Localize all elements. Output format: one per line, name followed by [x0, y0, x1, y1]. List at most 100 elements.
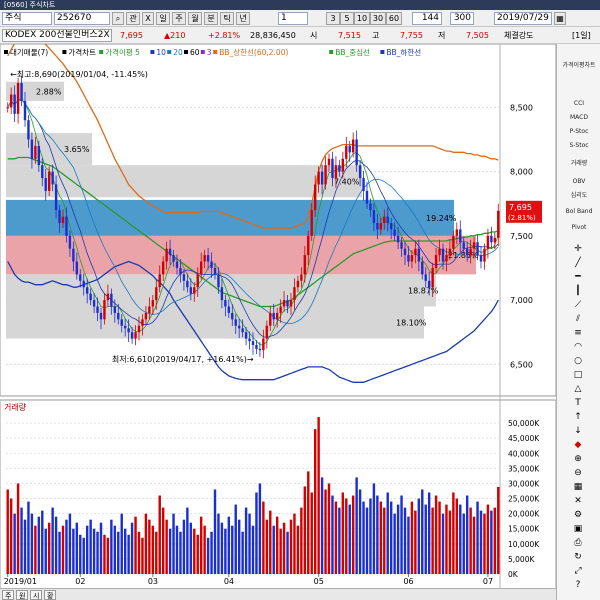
vertical-line-icon[interactable]: ┃ — [571, 286, 585, 297]
volume-bar — [27, 501, 30, 574]
tab-won[interactable]: 원 — [16, 590, 29, 600]
legend-item: BB_하한선 — [386, 47, 421, 57]
candle-body — [251, 341, 255, 346]
candle-body — [103, 300, 106, 320]
candle-body — [51, 171, 54, 185]
sidebar-item-macd[interactable]: MACD — [559, 114, 599, 121]
interval-5-button[interactable]: 5 — [340, 12, 354, 25]
save-icon[interactable]: ▣ — [571, 524, 585, 535]
watchlist-button[interactable]: 관 — [126, 12, 140, 25]
trend-line-icon[interactable]: ⟋ — [571, 300, 585, 311]
tab-si[interactable]: 시 — [30, 590, 43, 600]
candle-body — [151, 300, 155, 307]
candle-body — [199, 261, 203, 275]
volume-bar — [452, 492, 455, 574]
candle-body — [179, 267, 182, 275]
candle-body — [345, 145, 348, 159]
tab-period-month[interactable]: 월 — [188, 12, 202, 25]
x-tick-label: 05 — [314, 577, 324, 586]
tab-period-year[interactable]: 년 — [236, 12, 250, 25]
price-change: ▲210 — [164, 31, 186, 40]
tab-period-tick[interactable]: 틱 — [220, 12, 234, 25]
interval-select[interactable]: 1 — [278, 12, 308, 25]
line-tool-icon[interactable]: ╱ — [571, 258, 585, 269]
refresh-icon[interactable]: ↻ — [571, 552, 585, 563]
market-select[interactable]: 주식 — [2, 12, 52, 25]
interval-10-button[interactable]: 10 — [354, 12, 370, 25]
chart-area[interactable]: 대기매물(7) 가격차트 가격이평 5 10 20 60 3 BB_상한선(60,2.00) B… — [0, 32, 557, 591]
crosshair-icon[interactable]: ✛ — [571, 244, 585, 255]
candle-body — [455, 229, 459, 236]
legend-item: 대기매물(7) — [10, 48, 48, 57]
arc-icon[interactable]: ◠ — [571, 342, 585, 353]
volume-bar — [379, 501, 383, 574]
tab-hwang[interactable]: 황 — [44, 590, 57, 600]
tab-period-week[interactable]: 주 — [172, 12, 186, 25]
candle-body — [9, 94, 13, 108]
circle-icon[interactable]: ○ — [571, 356, 585, 367]
expand-icon[interactable]: ⤢ — [571, 566, 585, 577]
code-input[interactable]: 252670 — [54, 12, 110, 25]
candle-body — [137, 325, 141, 333]
fibonacci-icon[interactable]: ≡ — [571, 328, 585, 339]
rectangle-icon[interactable]: □ — [571, 370, 585, 381]
sidebar-item-s-stoc[interactable]: S-Stoc — [559, 142, 599, 149]
search-icon[interactable]: ⌕ — [112, 12, 124, 25]
arrow-down-icon[interactable]: ↓ — [571, 426, 585, 437]
help-icon[interactable]: ? — [571, 580, 585, 591]
candle-body — [34, 145, 37, 159]
volume-tick-label: 45,000K — [508, 434, 540, 443]
window-title: [0560] 주식차트 — [4, 1, 56, 9]
sidebar-item-pivot[interactable]: Pivot — [559, 224, 599, 231]
grid-icon[interactable]: ▦ — [571, 482, 585, 493]
interval-60-button[interactable]: 60 — [386, 12, 402, 25]
count-input[interactable]: 144 — [412, 12, 442, 25]
settings-icon[interactable]: ⚙ — [571, 510, 585, 521]
text-tool-icon[interactable]: T — [571, 398, 585, 409]
candle-body — [424, 274, 427, 281]
volume-bar — [44, 528, 47, 574]
sidebar-item-obv[interactable]: OBV — [559, 178, 599, 185]
calendar-icon[interactable]: ▦ — [554, 12, 566, 25]
volume-bar — [275, 516, 279, 574]
sidebar-item-volume[interactable]: 거래량 — [559, 160, 599, 167]
sidebar-item-cci[interactable]: CCI — [559, 100, 599, 107]
candle-body — [396, 235, 400, 243]
candle-body — [386, 216, 389, 223]
horizontal-line-icon[interactable]: ━ — [571, 272, 585, 283]
candle-body — [265, 325, 269, 339]
tab-period-day[interactable]: 일 — [156, 12, 170, 25]
volume-bar — [58, 531, 61, 574]
candle-body — [376, 223, 379, 230]
volume-tick-label: 15,000K — [508, 525, 540, 534]
candle-body — [441, 248, 445, 262]
volume-bar — [369, 498, 372, 574]
arrow-up-icon[interactable]: ↑ — [571, 412, 585, 423]
sidebar-item-price-ma[interactable]: 가격이평차트 — [559, 62, 599, 84]
volume-bar — [168, 528, 172, 574]
volume-bar — [345, 498, 348, 574]
volume-bar — [448, 510, 452, 574]
zoom-out-icon[interactable]: ⊖ — [571, 468, 585, 479]
volume-bar — [244, 507, 248, 574]
interval-3-button[interactable]: 3 — [326, 12, 340, 25]
date-input[interactable]: 2019/07/29 — [494, 12, 552, 25]
eraser-icon[interactable]: ✕ — [571, 496, 585, 507]
indicator-sidebar: 가격이평차트 CCI MACD P-Stoc S-Stoc 거래량 OBV 심리… — [556, 44, 600, 600]
sidebar-item-psychology[interactable]: 심리도 — [559, 192, 599, 199]
close-icon[interactable]: X — [142, 12, 154, 25]
chart-svg[interactable]: 대기매물(7) 가격차트 가격이평 5 10 20 60 3 BB_상한선(60,2.00) B… — [0, 32, 557, 591]
zoom-in-icon[interactable]: ⊕ — [571, 454, 585, 465]
tab-period-minute[interactable]: 분 — [204, 12, 218, 25]
interval-30-button[interactable]: 30 — [370, 12, 386, 25]
sidebar-item-bollinger[interactable]: Bol Band — [559, 208, 599, 215]
channel-icon[interactable]: ⫽ — [571, 314, 585, 325]
print-icon[interactable]: ⎙ — [571, 538, 585, 549]
open-label: 시 — [310, 31, 318, 40]
triangle-icon[interactable]: △ — [571, 384, 585, 395]
sidebar-item-p-stoc[interactable]: P-Stoc — [559, 128, 599, 135]
marker-icon[interactable]: ◆ — [571, 440, 585, 451]
volume-bar — [490, 510, 493, 574]
tab-ju[interactable]: 주 — [2, 590, 15, 600]
volume-bar — [175, 525, 179, 574]
